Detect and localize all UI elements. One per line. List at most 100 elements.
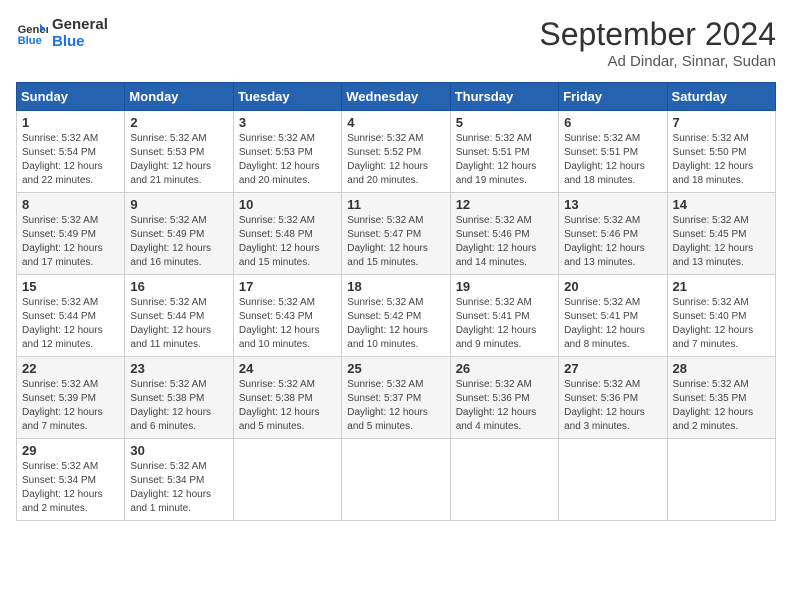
logo-icon: General Blue: [16, 17, 48, 49]
day-detail: Sunrise: 5:32 AM Sunset: 5:48 PM Dayligh…: [239, 214, 336, 270]
day-detail: Sunrise: 5:32 AM Sunset: 5:51 PM Dayligh…: [564, 132, 661, 188]
day-detail: Sunrise: 5:32 AM Sunset: 5:49 PM Dayligh…: [130, 214, 227, 270]
day-number: 10: [239, 197, 336, 212]
calendar-cell: 11 Sunrise: 5:32 AM Sunset: 5:47 PM Dayli…: [342, 193, 450, 275]
day-detail: Sunrise: 5:32 AM Sunset: 5:40 PM Dayligh…: [673, 296, 770, 352]
day-detail: Sunrise: 5:32 AM Sunset: 5:38 PM Dayligh…: [130, 378, 227, 434]
day-detail: Sunrise: 5:32 AM Sunset: 5:46 PM Dayligh…: [456, 214, 553, 270]
day-number: 24: [239, 361, 336, 376]
day-number: 8: [22, 197, 119, 212]
day-detail: Sunrise: 5:32 AM Sunset: 5:54 PM Dayligh…: [22, 132, 119, 188]
calendar-cell: 18 Sunrise: 5:32 AM Sunset: 5:42 PM Dayli…: [342, 275, 450, 357]
location-subtitle: Ad Dindar, Sinnar, Sudan: [539, 53, 776, 70]
day-detail: Sunrise: 5:32 AM Sunset: 5:44 PM Dayligh…: [22, 296, 119, 352]
day-number: 17: [239, 279, 336, 294]
calendar-table: SundayMondayTuesdayWednesdayThursdayFrid…: [16, 82, 776, 521]
day-detail: Sunrise: 5:32 AM Sunset: 5:36 PM Dayligh…: [456, 378, 553, 434]
day-detail: Sunrise: 5:32 AM Sunset: 5:37 PM Dayligh…: [347, 378, 444, 434]
calendar-cell: 4 Sunrise: 5:32 AM Sunset: 5:52 PM Daylig…: [342, 111, 450, 193]
month-title: September 2024: [539, 16, 776, 53]
title-block: September 2024 Ad Dindar, Sinnar, Sudan: [539, 16, 776, 70]
calendar-cell: 7 Sunrise: 5:32 AM Sunset: 5:50 PM Daylig…: [667, 111, 775, 193]
day-detail: Sunrise: 5:32 AM Sunset: 5:38 PM Dayligh…: [239, 378, 336, 434]
calendar-cell: [450, 439, 558, 521]
day-number: 12: [456, 197, 553, 212]
day-number: 13: [564, 197, 661, 212]
weekday-header-saturday: Saturday: [667, 83, 775, 111]
calendar-week-row: 8 Sunrise: 5:32 AM Sunset: 5:49 PM Daylig…: [17, 193, 776, 275]
day-detail: Sunrise: 5:32 AM Sunset: 5:51 PM Dayligh…: [456, 132, 553, 188]
day-number: 14: [673, 197, 770, 212]
day-detail: Sunrise: 5:32 AM Sunset: 5:53 PM Dayligh…: [239, 132, 336, 188]
calendar-cell: 19 Sunrise: 5:32 AM Sunset: 5:41 PM Dayli…: [450, 275, 558, 357]
calendar-cell: 24 Sunrise: 5:32 AM Sunset: 5:38 PM Dayli…: [233, 357, 341, 439]
day-number: 25: [347, 361, 444, 376]
calendar-cell: 21Sunrise: 5:32 AM Sunset: 5:40 PM Dayli…: [667, 275, 775, 357]
day-detail: Sunrise: 5:32 AM Sunset: 5:44 PM Dayligh…: [130, 296, 227, 352]
day-number: 20: [564, 279, 661, 294]
calendar-cell: 3 Sunrise: 5:32 AM Sunset: 5:53 PM Daylig…: [233, 111, 341, 193]
calendar-cell: 10 Sunrise: 5:32 AM Sunset: 5:48 PM Dayli…: [233, 193, 341, 275]
day-number: 15: [22, 279, 119, 294]
weekday-header-friday: Friday: [559, 83, 667, 111]
day-detail: Sunrise: 5:32 AM Sunset: 5:46 PM Dayligh…: [564, 214, 661, 270]
calendar-cell: 8 Sunrise: 5:32 AM Sunset: 5:49 PM Daylig…: [17, 193, 125, 275]
calendar-cell: 20 Sunrise: 5:32 AM Sunset: 5:41 PM Dayli…: [559, 275, 667, 357]
day-detail: Sunrise: 5:32 AM Sunset: 5:50 PM Dayligh…: [673, 132, 770, 188]
calendar-cell: 2Sunrise: 5:32 AM Sunset: 5:53 PM Daylig…: [125, 111, 233, 193]
logo: General Blue General Blue: [16, 16, 108, 50]
day-number: 16: [130, 279, 227, 294]
calendar-cell: 12 Sunrise: 5:32 AM Sunset: 5:46 PM Dayli…: [450, 193, 558, 275]
day-detail: Sunrise: 5:32 AM Sunset: 5:43 PM Dayligh…: [239, 296, 336, 352]
day-number: 19: [456, 279, 553, 294]
day-number: 5: [456, 115, 553, 130]
calendar-cell: 13 Sunrise: 5:32 AM Sunset: 5:46 PM Dayli…: [559, 193, 667, 275]
day-detail: Sunrise: 5:32 AM Sunset: 5:41 PM Dayligh…: [456, 296, 553, 352]
day-number: 9: [130, 197, 227, 212]
day-number: 28: [673, 361, 770, 376]
calendar-cell: 15 Sunrise: 5:32 AM Sunset: 5:44 PM Dayli…: [17, 275, 125, 357]
day-detail: Sunrise: 5:32 AM Sunset: 5:41 PM Dayligh…: [564, 296, 661, 352]
calendar-cell: 26Sunrise: 5:32 AM Sunset: 5:36 PM Dayli…: [450, 357, 558, 439]
day-detail: Sunrise: 5:32 AM Sunset: 5:53 PM Dayligh…: [130, 132, 227, 188]
day-number: 11: [347, 197, 444, 212]
logo-general: General: [52, 16, 108, 33]
day-detail: Sunrise: 5:32 AM Sunset: 5:35 PM Dayligh…: [673, 378, 770, 434]
day-detail: Sunrise: 5:32 AM Sunset: 5:45 PM Dayligh…: [673, 214, 770, 270]
calendar-cell: [233, 439, 341, 521]
day-detail: Sunrise: 5:32 AM Sunset: 5:36 PM Dayligh…: [564, 378, 661, 434]
day-number: 18: [347, 279, 444, 294]
calendar-week-row: 29 Sunrise: 5:32 AM Sunset: 5:34 PM Dayli…: [17, 439, 776, 521]
day-number: 3: [239, 115, 336, 130]
day-detail: Sunrise: 5:32 AM Sunset: 5:42 PM Dayligh…: [347, 296, 444, 352]
calendar-cell: 29 Sunrise: 5:32 AM Sunset: 5:34 PM Dayli…: [17, 439, 125, 521]
weekday-header-sunday: Sunday: [17, 83, 125, 111]
weekday-header-monday: Monday: [125, 83, 233, 111]
calendar-cell: 27Sunrise: 5:32 AM Sunset: 5:36 PM Dayli…: [559, 357, 667, 439]
day-number: 6: [564, 115, 661, 130]
weekday-header-tuesday: Tuesday: [233, 83, 341, 111]
logo-blue: Blue: [52, 33, 108, 50]
calendar-cell: 28 Sunrise: 5:32 AM Sunset: 5:35 PM Dayli…: [667, 357, 775, 439]
calendar-week-row: 15 Sunrise: 5:32 AM Sunset: 5:44 PM Dayli…: [17, 275, 776, 357]
day-detail: Sunrise: 5:32 AM Sunset: 5:49 PM Dayligh…: [22, 214, 119, 270]
calendar-cell: [667, 439, 775, 521]
calendar-cell: 17 Sunrise: 5:32 AM Sunset: 5:43 PM Dayli…: [233, 275, 341, 357]
day-number: 4: [347, 115, 444, 130]
calendar-week-row: 22Sunrise: 5:32 AM Sunset: 5:39 PM Dayli…: [17, 357, 776, 439]
day-number: 29: [22, 443, 119, 458]
day-detail: Sunrise: 5:32 AM Sunset: 5:34 PM Dayligh…: [22, 460, 119, 516]
day-detail: Sunrise: 5:32 AM Sunset: 5:52 PM Dayligh…: [347, 132, 444, 188]
day-detail: Sunrise: 5:32 AM Sunset: 5:47 PM Dayligh…: [347, 214, 444, 270]
weekday-header-wednesday: Wednesday: [342, 83, 450, 111]
calendar-cell: 22Sunrise: 5:32 AM Sunset: 5:39 PM Dayli…: [17, 357, 125, 439]
calendar-cell: 9 Sunrise: 5:32 AM Sunset: 5:49 PM Daylig…: [125, 193, 233, 275]
calendar-cell: 30Sunrise: 5:32 AM Sunset: 5:34 PM Dayli…: [125, 439, 233, 521]
calendar-cell: [342, 439, 450, 521]
calendar-cell: [559, 439, 667, 521]
day-number: 7: [673, 115, 770, 130]
day-number: 1: [22, 115, 119, 130]
header: General Blue General Blue September 2024…: [16, 16, 776, 70]
svg-text:Blue: Blue: [18, 35, 42, 47]
calendar-cell: 16 Sunrise: 5:32 AM Sunset: 5:44 PM Dayli…: [125, 275, 233, 357]
